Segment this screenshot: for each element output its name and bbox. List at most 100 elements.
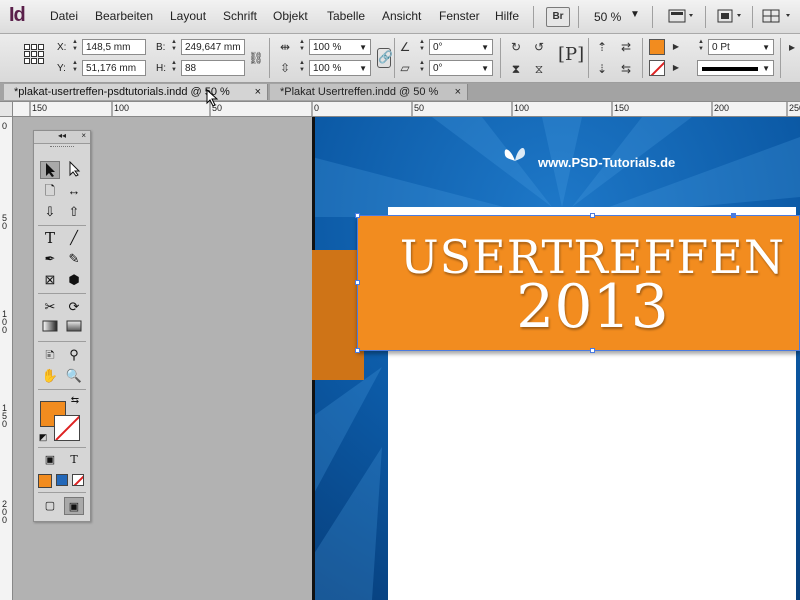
selection-tool-icon[interactable] <box>40 161 60 179</box>
close-icon[interactable]: × <box>455 84 461 100</box>
select-previous-object-icon[interactable]: ⇄ <box>618 39 634 55</box>
chevron-down-icon[interactable]: ▼ <box>630 9 640 20</box>
menu-objekt[interactable]: Objekt <box>273 9 308 23</box>
height-stepper[interactable]: ▲ ▼ <box>170 60 178 76</box>
arrange-documents-icon[interactable] <box>762 8 790 24</box>
screen-mode-icon[interactable] <box>668 8 696 24</box>
free-transform-tool-icon[interactable]: ⟳ <box>64 298 84 316</box>
pen-tool-icon[interactable]: ✒ <box>40 250 60 268</box>
rotate-dropdown[interactable]: 0° ▼ <box>429 39 493 55</box>
constrain-proportions-icon[interactable]: ⛓ <box>248 50 264 66</box>
hand-tool-icon[interactable]: ✋ <box>40 367 60 385</box>
resize-handle-top-right[interactable] <box>731 213 736 218</box>
page-tool-icon[interactable]: 🗋 <box>40 182 60 200</box>
y-field[interactable]: 51,176 mm <box>82 60 146 76</box>
reference-point-icon[interactable] <box>24 44 44 64</box>
tab-plakat-usertreffen[interactable]: *Plakat Usertreffen.indd @ 50 % × <box>270 84 468 100</box>
formatting-text-icon[interactable]: T <box>64 451 84 469</box>
eyedropper-tool-icon[interactable]: ⚲ <box>64 346 84 364</box>
pencil-tool-icon[interactable]: ✎ <box>64 250 84 268</box>
select-next-object-icon[interactable]: ⇆ <box>618 61 634 77</box>
normal-view-icon[interactable]: ▢ <box>40 497 60 515</box>
drag-grip[interactable] <box>50 146 74 149</box>
vertical-ruler[interactable]: 0 5 0 1 0 0 1 5 0 2 0 0 <box>0 102 13 600</box>
menu-tabelle[interactable]: Tabelle <box>327 9 365 23</box>
resize-handle-middle-left[interactable] <box>355 280 360 285</box>
menu-schrift[interactable]: Schrift <box>223 9 257 23</box>
rotate-angle-icon: ∠ <box>399 40 411 54</box>
swap-colors-icon[interactable]: ⇆ <box>68 395 82 407</box>
y-stepper[interactable]: ▲ ▼ <box>71 60 79 76</box>
shear-dropdown[interactable]: 0° ▼ <box>429 60 493 76</box>
gap-tool-icon[interactable]: ↔ <box>64 182 84 200</box>
rotate-stepper[interactable]: ▲ ▼ <box>418 39 426 55</box>
shear-stepper[interactable]: ▲ ▼ <box>418 60 426 76</box>
scale-x-dropdown[interactable]: 100 % ▼ <box>309 39 371 55</box>
stroke-weight-dropdown[interactable]: 0 Pt ▼ <box>708 39 774 55</box>
scale-x-stepper[interactable]: ▲ ▼ <box>298 39 306 55</box>
rotate-counterclockwise-icon[interactable]: ↺ <box>531 39 547 55</box>
scale-y-stepper[interactable]: ▲ ▼ <box>298 60 306 76</box>
stroke-type-dropdown[interactable]: ▼ <box>697 60 774 76</box>
view-options-icon[interactable] <box>716 8 744 24</box>
content-placer-tool-icon[interactable]: ⇧ <box>64 203 84 221</box>
type-tool-icon[interactable]: T <box>40 229 60 247</box>
chevron-right-icon[interactable]: ▶ <box>668 39 684 55</box>
apply-none-icon[interactable] <box>72 474 84 486</box>
height-field[interactable]: 88 <box>181 60 245 76</box>
direct-selection-tool-icon[interactable] <box>64 160 84 179</box>
close-icon[interactable]: × <box>81 131 86 140</box>
line-tool-icon[interactable]: ╱ <box>64 229 84 247</box>
resize-handle-bottom-left[interactable] <box>355 348 360 353</box>
menu-bearbeiten[interactable]: Bearbeiten <box>95 9 153 23</box>
apply-color-icon[interactable] <box>38 474 52 488</box>
select-container-icon[interactable]: ⇡ <box>594 39 610 55</box>
stroke-color-swatch[interactable] <box>649 60 665 76</box>
collapse-icon[interactable]: ◂◂ <box>58 131 66 140</box>
menu-fenster[interactable]: Fenster <box>439 9 480 23</box>
resize-handle-top-center[interactable] <box>590 213 595 218</box>
horizontal-ruler[interactable]: 150 100 50 0 50 100 150 200 250 <box>12 102 800 117</box>
stroke-color-swatch[interactable] <box>54 415 80 441</box>
resize-handle-top-left[interactable] <box>355 213 360 218</box>
gradient-swatch-tool-icon[interactable] <box>40 319 60 337</box>
note-tool-icon[interactable]: 🗈 <box>40 346 60 364</box>
chevron-right-icon[interactable]: ▶ <box>668 60 684 76</box>
formatting-container-icon[interactable]: ▣ <box>40 451 60 469</box>
menu-hilfe[interactable]: Hilfe <box>495 9 519 23</box>
rectangle-frame-tool-icon[interactable]: ⊠ <box>40 271 60 289</box>
default-colors-icon[interactable]: ◩ <box>36 431 50 443</box>
menu-ansicht[interactable]: Ansicht <box>382 9 421 23</box>
x-stepper[interactable]: ▲ ▼ <box>71 39 79 55</box>
width-stepper[interactable]: ▲ ▼ <box>170 39 178 55</box>
zoom-level[interactable]: 50 % <box>594 10 621 24</box>
menu-datei[interactable]: Datei <box>50 9 78 23</box>
butterfly-logo-icon <box>501 143 529 165</box>
tab-plakat-usertreffen-psdtutorials[interactable]: *plakat-usertreffen-psdtutorials.indd @ … <box>4 84 268 100</box>
selection-bounding-box[interactable] <box>357 215 800 351</box>
x-field[interactable]: 148,5 mm <box>82 39 146 55</box>
flip-vertical-icon[interactable]: ⧖ <box>531 61 547 77</box>
polygon-tool-icon[interactable]: ⬢ <box>64 271 84 289</box>
select-content-icon[interactable]: ⇣ <box>594 61 610 77</box>
scissors-tool-icon[interactable]: ✂ <box>40 298 60 316</box>
resize-handle-bottom-center[interactable] <box>590 348 595 353</box>
zoom-tool-icon[interactable]: 🔍 <box>64 367 84 385</box>
link-scale-icon[interactable]: 🔗 <box>377 48 393 68</box>
bridge-button[interactable]: Br <box>546 7 570 27</box>
preview-view-icon[interactable]: ▣ <box>64 497 84 515</box>
tools-panel-header[interactable]: ◂◂ × <box>34 131 90 144</box>
gradient-feather-tool-icon[interactable] <box>64 319 84 337</box>
rotate-clockwise-icon[interactable]: ↻ <box>508 39 524 55</box>
ruler-origin[interactable] <box>0 102 13 117</box>
stroke-weight-stepper[interactable]: ▲ ▼ <box>697 39 705 55</box>
fill-color-swatch[interactable] <box>649 39 665 55</box>
apply-gradient-icon[interactable] <box>56 474 68 486</box>
scale-y-dropdown[interactable]: 100 % ▼ <box>309 60 371 76</box>
more-options-icon[interactable]: ▸ <box>784 39 800 55</box>
content-collector-tool-icon[interactable]: ⇩ <box>40 203 60 221</box>
flip-horizontal-icon[interactable]: ⧗ <box>508 61 524 77</box>
close-icon[interactable]: × <box>255 84 261 100</box>
menu-layout[interactable]: Layout <box>170 9 206 23</box>
width-field[interactable]: 249,647 mm <box>181 39 245 55</box>
